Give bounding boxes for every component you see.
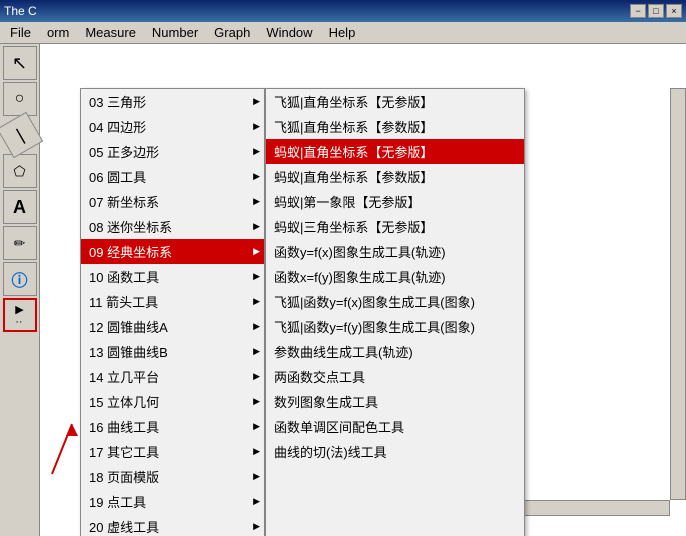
submenu-item-4[interactable]: 蚂蚁|第一象限【无参版】: [266, 189, 524, 214]
submenu-item-1[interactable]: 飞狐|直角坐标系【参数版】: [266, 114, 524, 139]
menu-item-08[interactable]: 08 迷你坐标系: [81, 214, 264, 239]
maximize-button[interactable]: □: [648, 4, 664, 18]
submenu-item-11[interactable]: 两函数交点工具: [266, 364, 524, 389]
menu-item-11[interactable]: 11 箭头工具: [81, 289, 264, 314]
menu-item-07[interactable]: 07 新坐标系: [81, 189, 264, 214]
menu-item-20[interactable]: 20 虚线工具: [81, 514, 264, 536]
left-context-menu: 03 三角形 04 四边形 05 正多边形 06 圆工具 07 新坐标系 08 …: [80, 88, 265, 536]
tool-text[interactable]: A: [3, 190, 37, 224]
tool-polygon[interactable]: ⬠: [3, 154, 37, 188]
submenu-item-10[interactable]: 参数曲线生成工具(轨迹): [266, 339, 524, 364]
minimize-button[interactable]: −: [630, 4, 646, 18]
tool-info[interactable]: ⓘ: [3, 262, 37, 296]
menu-orm[interactable]: orm: [39, 23, 77, 42]
menu-bar: File orm Measure Number Graph Window Hel…: [0, 22, 686, 44]
menu-measure[interactable]: Measure: [77, 23, 144, 42]
submenu-item-0[interactable]: 飞狐|直角坐标系【无参版】: [266, 89, 524, 114]
main-area: ↖ ○ | ⬠ A ✏ ⓘ ▶·· 03 三角形 04 四边形 05 正多边形 …: [0, 44, 686, 536]
menu-item-18[interactable]: 18 页面模版: [81, 464, 264, 489]
menu-item-19[interactable]: 19 点工具: [81, 489, 264, 514]
close-button[interactable]: ×: [666, 4, 682, 18]
right-context-menu: 飞狐|直角坐标系【无参版】 飞狐|直角坐标系【参数版】 蚂蚁|直角坐标系【无参版…: [265, 88, 525, 536]
canvas-area: 03 三角形 04 四边形 05 正多边形 06 圆工具 07 新坐标系 08 …: [40, 44, 686, 536]
menu-item-10[interactable]: 10 函数工具: [81, 264, 264, 289]
menu-item-14[interactable]: 14 立几平台: [81, 364, 264, 389]
submenu-item-14[interactable]: 曲线的切(法)线工具: [266, 439, 524, 464]
title-bar: The C − □ ×: [0, 0, 686, 22]
submenu-item-8[interactable]: 飞狐|函数y=f(x)图象生成工具(图象): [266, 289, 524, 314]
toolbar: ↖ ○ | ⬠ A ✏ ⓘ ▶··: [0, 44, 40, 536]
menu-help[interactable]: Help: [321, 23, 364, 42]
menu-item-17[interactable]: 17 其它工具: [81, 439, 264, 464]
menu-file[interactable]: File: [2, 23, 39, 42]
menu-item-03[interactable]: 03 三角形: [81, 89, 264, 114]
tool-pencil[interactable]: ✏: [3, 226, 37, 260]
tool-pointer[interactable]: ↖: [3, 46, 37, 80]
menu-item-04[interactable]: 04 四边形: [81, 114, 264, 139]
submenu-item-2[interactable]: 蚂蚁|直角坐标系【无参版】: [266, 139, 524, 164]
menu-item-09[interactable]: 09 经典坐标系: [81, 239, 264, 264]
menu-item-15[interactable]: 15 立体几何: [81, 389, 264, 414]
tool-circle[interactable]: ○: [3, 82, 37, 116]
title-text: The C: [4, 4, 630, 18]
menu-item-13[interactable]: 13 圆锥曲线B: [81, 339, 264, 364]
tool-animate[interactable]: ▶··: [3, 298, 37, 332]
submenu-item-3[interactable]: 蚂蚁|直角坐标系【参数版】: [266, 164, 524, 189]
menu-graph[interactable]: Graph: [206, 23, 258, 42]
submenu-item-9[interactable]: 飞狐|函数y=f(y)图象生成工具(图象): [266, 314, 524, 339]
submenu-item-5[interactable]: 蚂蚁|三角坐标系【无参版】: [266, 214, 524, 239]
context-menus: 03 三角形 04 四边形 05 正多边形 06 圆工具 07 新坐标系 08 …: [80, 88, 525, 536]
menu-number[interactable]: Number: [144, 23, 206, 42]
submenu-item-12[interactable]: 数列图象生成工具: [266, 389, 524, 414]
menu-item-16[interactable]: 16 曲线工具: [81, 414, 264, 439]
tool-line[interactable]: |: [0, 112, 43, 158]
menu-item-06[interactable]: 06 圆工具: [81, 164, 264, 189]
submenu-item-13[interactable]: 函数单调区间配色工具: [266, 414, 524, 439]
title-bar-buttons: − □ ×: [630, 4, 682, 18]
menu-item-12[interactable]: 12 圆锥曲线A: [81, 314, 264, 339]
menu-window[interactable]: Window: [258, 23, 320, 42]
submenu-item-6[interactable]: 函数y=f(x)图象生成工具(轨迹): [266, 239, 524, 264]
vertical-scrollbar[interactable]: [670, 88, 686, 500]
submenu-item-7[interactable]: 函数x=f(y)图象生成工具(轨迹): [266, 264, 524, 289]
menu-item-05[interactable]: 05 正多边形: [81, 139, 264, 164]
